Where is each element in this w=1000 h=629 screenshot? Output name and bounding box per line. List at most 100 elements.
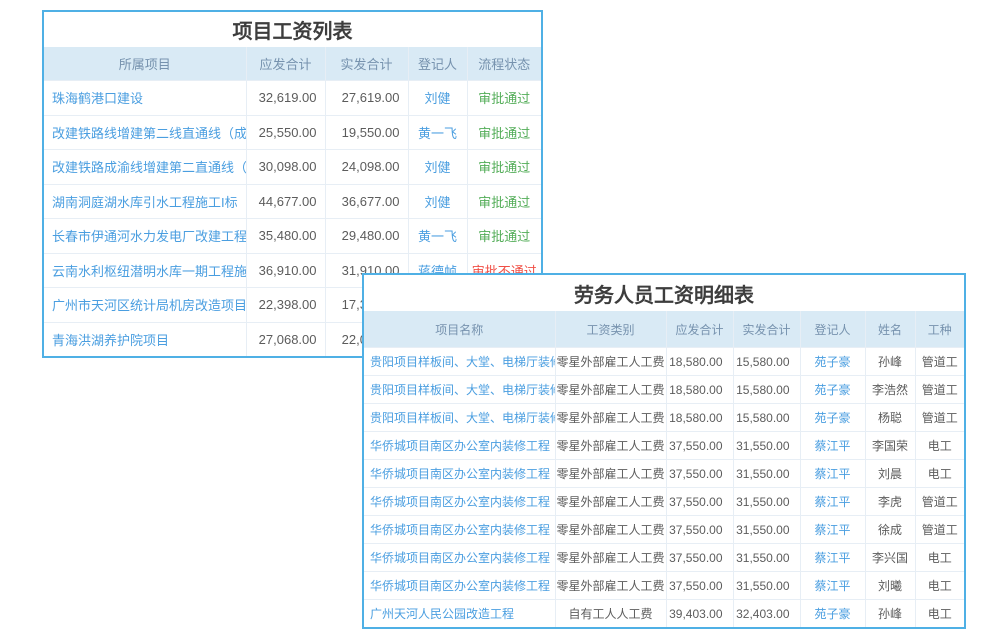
work-type: 电工 (915, 600, 964, 628)
salary-category: 自有工人人工费 (555, 600, 666, 628)
salary-category: 零星外部雇工人工费 (555, 572, 666, 600)
registrant-name-link[interactable]: 蔡江平 (800, 544, 865, 572)
payable-amount: 25,550.00 (246, 115, 325, 150)
column-header-payable-total: 应发合计 (666, 311, 733, 348)
paid-amount: 32,403.00 (733, 600, 800, 628)
project-name-link[interactable]: 华侨城项目南区办公室内装修工程 (364, 460, 555, 488)
process-status: 审批通过 (467, 150, 541, 185)
registrant-name-link[interactable]: 蔡江平 (800, 488, 865, 516)
table-row: 珠海鹤港口建设32,619.0027,619.00刘健审批通过 (44, 81, 541, 116)
labor-salary-detail-card: 劳务人员工资明细表 项目名称 工资类别 应发合计 实发合计 登记人 姓名 工种 … (362, 273, 966, 629)
table-row: 贵阳项目样板间、大堂、电梯厅装修零星外部雇工人工费18,580.0015,580… (364, 376, 964, 404)
column-header-registrant: 登记人 (408, 47, 467, 81)
registrant-name-link[interactable]: 蔡江平 (800, 432, 865, 460)
project-name-link[interactable]: 珠海鹤港口建设 (44, 81, 246, 116)
table-row: 华侨城项目南区办公室内装修工程零星外部雇工人工费37,550.0031,550.… (364, 460, 964, 488)
registrant-name-link[interactable]: 苑子豪 (800, 376, 865, 404)
payable-amount: 37,550.00 (666, 544, 733, 572)
table-row: 贵阳项目样板间、大堂、电梯厅装修零星外部雇工人工费18,580.0015,580… (364, 404, 964, 432)
payable-amount: 18,580.00 (666, 404, 733, 432)
column-header-payable-total: 应发合计 (246, 47, 325, 81)
worker-name: 李国荣 (865, 432, 915, 460)
project-name-link[interactable]: 贵阳项目样板间、大堂、电梯厅装修 (364, 348, 555, 376)
worker-name: 孙峰 (865, 600, 915, 628)
registrant-name-link[interactable]: 蔡江平 (800, 460, 865, 488)
project-name-link[interactable]: 华侨城项目南区办公室内装修工程 (364, 572, 555, 600)
registrant-name-link[interactable]: 黄一飞 (408, 219, 467, 254)
worker-name: 李浩然 (865, 376, 915, 404)
labor-salary-detail-title: 劳务人员工资明细表 (364, 275, 964, 311)
table-row: 华侨城项目南区办公室内装修工程零星外部雇工人工费37,550.0031,550.… (364, 544, 964, 572)
table-row: 改建铁路线增建第二线直通线（成...25,550.0019,550.00黄一飞审… (44, 115, 541, 150)
payable-amount: 37,550.00 (666, 572, 733, 600)
payable-amount: 22,398.00 (246, 288, 325, 323)
salary-category: 零星外部雇工人工费 (555, 404, 666, 432)
registrant-name-link[interactable]: 刘健 (408, 81, 467, 116)
labor-salary-header-row: 项目名称 工资类别 应发合计 实发合计 登记人 姓名 工种 (364, 311, 964, 348)
worker-name: 徐成 (865, 516, 915, 544)
paid-amount: 15,580.00 (733, 376, 800, 404)
paid-amount: 31,550.00 (733, 516, 800, 544)
project-name-link[interactable]: 华侨城项目南区办公室内装修工程 (364, 516, 555, 544)
column-header-paid-total: 实发合计 (733, 311, 800, 348)
project-name-link[interactable]: 云南水利枢纽潜明水库一期工程施... (44, 253, 246, 288)
paid-amount: 19,550.00 (325, 115, 408, 150)
table-row: 长春市伊通河水力发电厂改建工程35,480.0029,480.00黄一飞审批通过 (44, 219, 541, 254)
project-name-link[interactable]: 广州市天河区统计局机房改造项目 (44, 288, 246, 323)
work-type: 管道工 (915, 488, 964, 516)
salary-category: 零星外部雇工人工费 (555, 544, 666, 572)
process-status: 审批通过 (467, 115, 541, 150)
paid-amount: 31,550.00 (733, 488, 800, 516)
salary-category: 零星外部雇工人工费 (555, 432, 666, 460)
project-name-link[interactable]: 广州天河人民公园改造工程 (364, 600, 555, 628)
project-name-link[interactable]: 华侨城项目南区办公室内装修工程 (364, 432, 555, 460)
project-name-link[interactable]: 青海洪湖养护院项目 (44, 322, 246, 356)
payable-amount: 18,580.00 (666, 376, 733, 404)
paid-amount: 24,098.00 (325, 150, 408, 185)
project-name-link[interactable]: 华侨城项目南区办公室内装修工程 (364, 544, 555, 572)
payable-amount: 32,619.00 (246, 81, 325, 116)
paid-amount: 31,550.00 (733, 460, 800, 488)
payable-amount: 27,068.00 (246, 322, 325, 356)
table-row: 华侨城项目南区办公室内装修工程零星外部雇工人工费37,550.0031,550.… (364, 488, 964, 516)
column-header-salary-category: 工资类别 (555, 311, 666, 348)
work-type: 管道工 (915, 516, 964, 544)
project-name-link[interactable]: 华侨城项目南区办公室内装修工程 (364, 488, 555, 516)
table-row: 改建铁路成渝线增建第二直通线（...30,098.0024,098.00刘健审批… (44, 150, 541, 185)
table-row: 华侨城项目南区办公室内装修工程零星外部雇工人工费37,550.0031,550.… (364, 516, 964, 544)
table-row: 贵阳项目样板间、大堂、电梯厅装修零星外部雇工人工费18,580.0015,580… (364, 348, 964, 376)
project-name-link[interactable]: 湖南洞庭湖水库引水工程施工I标 (44, 184, 246, 219)
payable-amount: 37,550.00 (666, 488, 733, 516)
registrant-name-link[interactable]: 刘健 (408, 150, 467, 185)
process-status: 审批通过 (467, 184, 541, 219)
project-name-link[interactable]: 贵阳项目样板间、大堂、电梯厅装修 (364, 404, 555, 432)
paid-amount: 36,677.00 (325, 184, 408, 219)
paid-amount: 29,480.00 (325, 219, 408, 254)
column-header-project: 所属项目 (44, 47, 246, 81)
table-row: 华侨城项目南区办公室内装修工程零星外部雇工人工费37,550.0031,550.… (364, 572, 964, 600)
process-status: 审批通过 (467, 219, 541, 254)
registrant-name-link[interactable]: 苑子豪 (800, 600, 865, 628)
worker-name: 刘晨 (865, 460, 915, 488)
table-row: 湖南洞庭湖水库引水工程施工I标44,677.0036,677.00刘健审批通过 (44, 184, 541, 219)
registrant-name-link[interactable]: 黄一飞 (408, 115, 467, 150)
registrant-name-link[interactable]: 蔡江平 (800, 516, 865, 544)
salary-category: 零星外部雇工人工费 (555, 488, 666, 516)
table-row: 广州天河人民公园改造工程自有工人人工费39,403.0032,403.00苑子豪… (364, 600, 964, 628)
registrant-name-link[interactable]: 蔡江平 (800, 572, 865, 600)
payable-amount: 44,677.00 (246, 184, 325, 219)
project-salary-header-row: 所属项目 应发合计 实发合计 登记人 流程状态 (44, 47, 541, 81)
project-name-link[interactable]: 长春市伊通河水力发电厂改建工程 (44, 219, 246, 254)
salary-category: 零星外部雇工人工费 (555, 376, 666, 404)
column-header-paid-total: 实发合计 (325, 47, 408, 81)
paid-amount: 31,550.00 (733, 572, 800, 600)
project-name-link[interactable]: 改建铁路线增建第二线直通线（成... (44, 115, 246, 150)
registrant-name-link[interactable]: 刘健 (408, 184, 467, 219)
project-name-link[interactable]: 贵阳项目样板间、大堂、电梯厅装修 (364, 376, 555, 404)
registrant-name-link[interactable]: 苑子豪 (800, 348, 865, 376)
project-name-link[interactable]: 改建铁路成渝线增建第二直通线（... (44, 150, 246, 185)
labor-salary-detail-table: 项目名称 工资类别 应发合计 实发合计 登记人 姓名 工种 贵阳项目样板间、大堂… (364, 311, 964, 627)
payable-amount: 37,550.00 (666, 460, 733, 488)
payable-amount: 18,580.00 (666, 348, 733, 376)
registrant-name-link[interactable]: 苑子豪 (800, 404, 865, 432)
